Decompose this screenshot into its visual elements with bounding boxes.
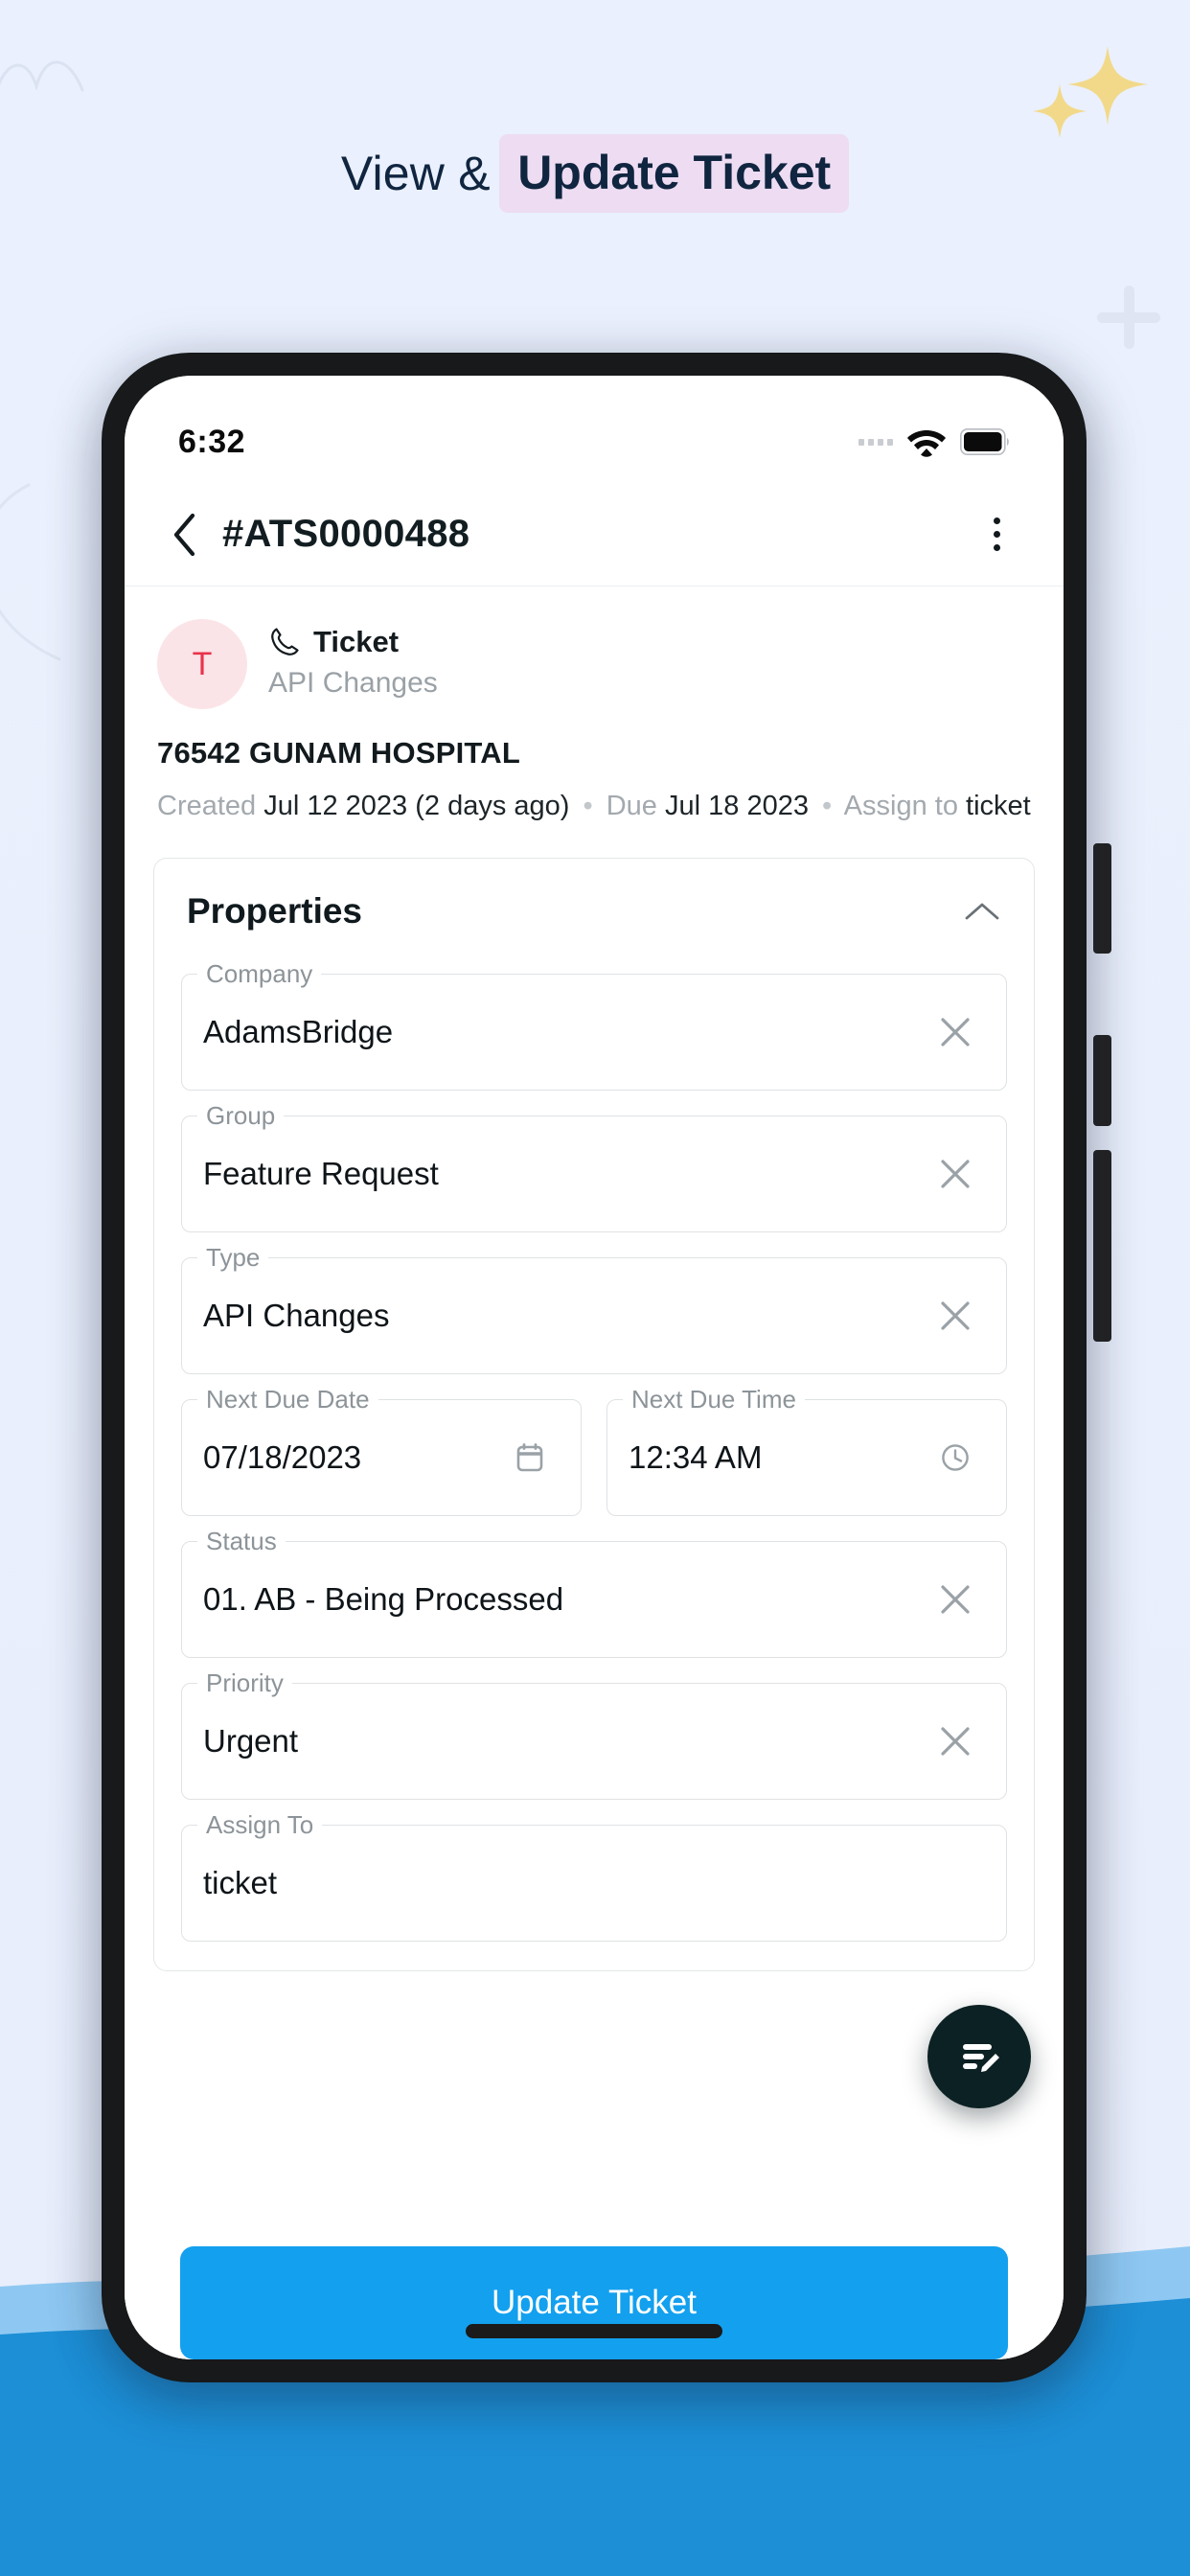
field-assign-to-value: ticket bbox=[203, 1864, 278, 1900]
battery-full-icon bbox=[960, 428, 1009, 455]
field-assign-to[interactable]: Assign To ticket bbox=[181, 1808, 1007, 1942]
due-date-time-row: Next Due Date 07/18/2023 Next Due Time 1… bbox=[181, 1374, 1007, 1516]
signal-dots-icon bbox=[858, 438, 893, 446]
edit-note-icon bbox=[963, 2044, 999, 2072]
meta-due-label: Due bbox=[606, 791, 657, 821]
app-bar-title: #ATS0000488 bbox=[222, 513, 470, 555]
phone-icon bbox=[271, 628, 299, 656]
meta-created-value: Jul 12 2023 (2 days ago) bbox=[263, 791, 570, 821]
calendar-icon[interactable] bbox=[504, 1432, 556, 1484]
ticket-meta: Created Jul 12 2023 (2 days ago) • Due J… bbox=[125, 770, 1064, 827]
clock-icon[interactable] bbox=[929, 1432, 981, 1484]
phone-side-button-mute bbox=[1093, 843, 1111, 954]
status-bar: 6:32 bbox=[125, 376, 1064, 483]
chevron-up-icon[interactable] bbox=[963, 899, 1001, 924]
cloud-decoration-top-left bbox=[0, 60, 84, 92]
plus-decoration bbox=[1097, 286, 1160, 349]
field-status-label: Status bbox=[197, 1525, 286, 1556]
field-status[interactable]: Status 01. AB - Being Processed bbox=[181, 1525, 1007, 1658]
chevron-left-icon bbox=[173, 513, 195, 556]
field-assign-to-label: Assign To bbox=[197, 1808, 323, 1840]
field-type-label: Type bbox=[197, 1241, 269, 1273]
field-next-due-time[interactable]: Next Due Time 12:34 AM bbox=[606, 1383, 1007, 1516]
field-group[interactable]: Group Feature Request bbox=[181, 1099, 1007, 1232]
wifi-icon bbox=[907, 430, 946, 457]
page-title-highlight: Update Ticket bbox=[499, 134, 850, 213]
field-next-due-time-value: 12:34 AM bbox=[629, 1438, 763, 1475]
meta-separator: • bbox=[583, 791, 593, 821]
meta-separator-2: • bbox=[822, 791, 833, 821]
field-type-value: API Changes bbox=[203, 1297, 390, 1333]
avatar: T bbox=[157, 619, 247, 709]
field-group-value: Feature Request bbox=[203, 1155, 439, 1191]
phone-screen-frame: 6:32 #ATS0000488 T Ticket API Changes 76… bbox=[125, 376, 1064, 2359]
update-ticket-button[interactable]: Update Ticket bbox=[180, 2246, 1008, 2359]
phone-mockup: 6:32 #ATS0000488 T Ticket API Changes 76… bbox=[102, 353, 1087, 2382]
field-priority-label: Priority bbox=[197, 1667, 292, 1698]
ticket-organization: 76542 GUNAM HOSPITAL bbox=[157, 736, 520, 770]
field-priority-value: Urgent bbox=[203, 1722, 299, 1759]
meta-assign-value: ticket bbox=[966, 791, 1031, 821]
phone-side-button-power bbox=[1093, 1150, 1111, 1342]
field-company-value: AdamsBridge bbox=[203, 1013, 394, 1049]
properties-title: Properties bbox=[187, 890, 363, 931]
field-next-due-date-value: 07/18/2023 bbox=[203, 1438, 362, 1475]
field-next-due-time-label: Next Due Time bbox=[623, 1383, 805, 1414]
field-status-value: 01. AB - Being Processed bbox=[203, 1580, 564, 1617]
page-root: View & Update Ticket 6:32 #ATS0000488 T … bbox=[0, 0, 1190, 2576]
meta-assign-label: Assign to bbox=[843, 791, 958, 821]
field-next-due-date[interactable]: Next Due Date 07/18/2023 bbox=[181, 1383, 582, 1516]
field-next-due-date-label: Next Due Date bbox=[197, 1383, 378, 1414]
field-company[interactable]: Company AdamsBridge bbox=[181, 957, 1007, 1091]
field-type[interactable]: Type API Changes bbox=[181, 1241, 1007, 1374]
close-icon[interactable] bbox=[929, 1006, 981, 1058]
close-icon[interactable] bbox=[929, 1715, 981, 1767]
app-screen: 6:32 #ATS0000488 T Ticket API Changes 76… bbox=[125, 376, 1064, 2359]
properties-card: Properties Company AdamsBridge Group Fea… bbox=[153, 857, 1035, 1971]
ticket-channel-label: Ticket bbox=[313, 625, 400, 658]
cloud-decoration-left bbox=[0, 483, 61, 661]
phone-side-button-volume-up bbox=[1093, 1035, 1111, 1126]
properties-header[interactable]: Properties bbox=[181, 876, 1007, 949]
close-icon[interactable] bbox=[929, 1290, 981, 1342]
page-title-plain: View & bbox=[340, 147, 491, 200]
home-indicator bbox=[466, 2324, 722, 2338]
status-bar-indicators bbox=[858, 426, 1010, 457]
ticket-channel-row: Ticket bbox=[268, 625, 438, 659]
meta-created-label: Created bbox=[157, 791, 257, 821]
close-icon[interactable] bbox=[929, 1148, 981, 1200]
meta-due-value: Jul 18 2023 bbox=[665, 791, 809, 821]
page-title: View & Update Ticket bbox=[0, 134, 1190, 213]
app-bar: #ATS0000488 bbox=[125, 483, 1064, 586]
field-company-label: Company bbox=[197, 957, 322, 989]
ticket-header-text: Ticket API Changes bbox=[268, 619, 438, 700]
close-icon[interactable] bbox=[929, 1574, 981, 1625]
status-bar-time: 6:32 bbox=[178, 423, 246, 460]
back-button[interactable] bbox=[155, 505, 215, 564]
ticket-header: T Ticket API Changes bbox=[125, 586, 1064, 709]
edit-note-fab[interactable] bbox=[927, 2005, 1031, 2108]
field-priority[interactable]: Priority Urgent bbox=[181, 1667, 1007, 1800]
field-group-label: Group bbox=[197, 1099, 285, 1131]
ticket-content: T Ticket API Changes 76542 GUNAM HOSPITA… bbox=[125, 586, 1064, 1971]
bottom-action-bar: Update Ticket bbox=[125, 2246, 1064, 2359]
ticket-subject: API Changes bbox=[268, 667, 438, 699]
kebab-menu-icon[interactable] bbox=[970, 505, 1023, 564]
